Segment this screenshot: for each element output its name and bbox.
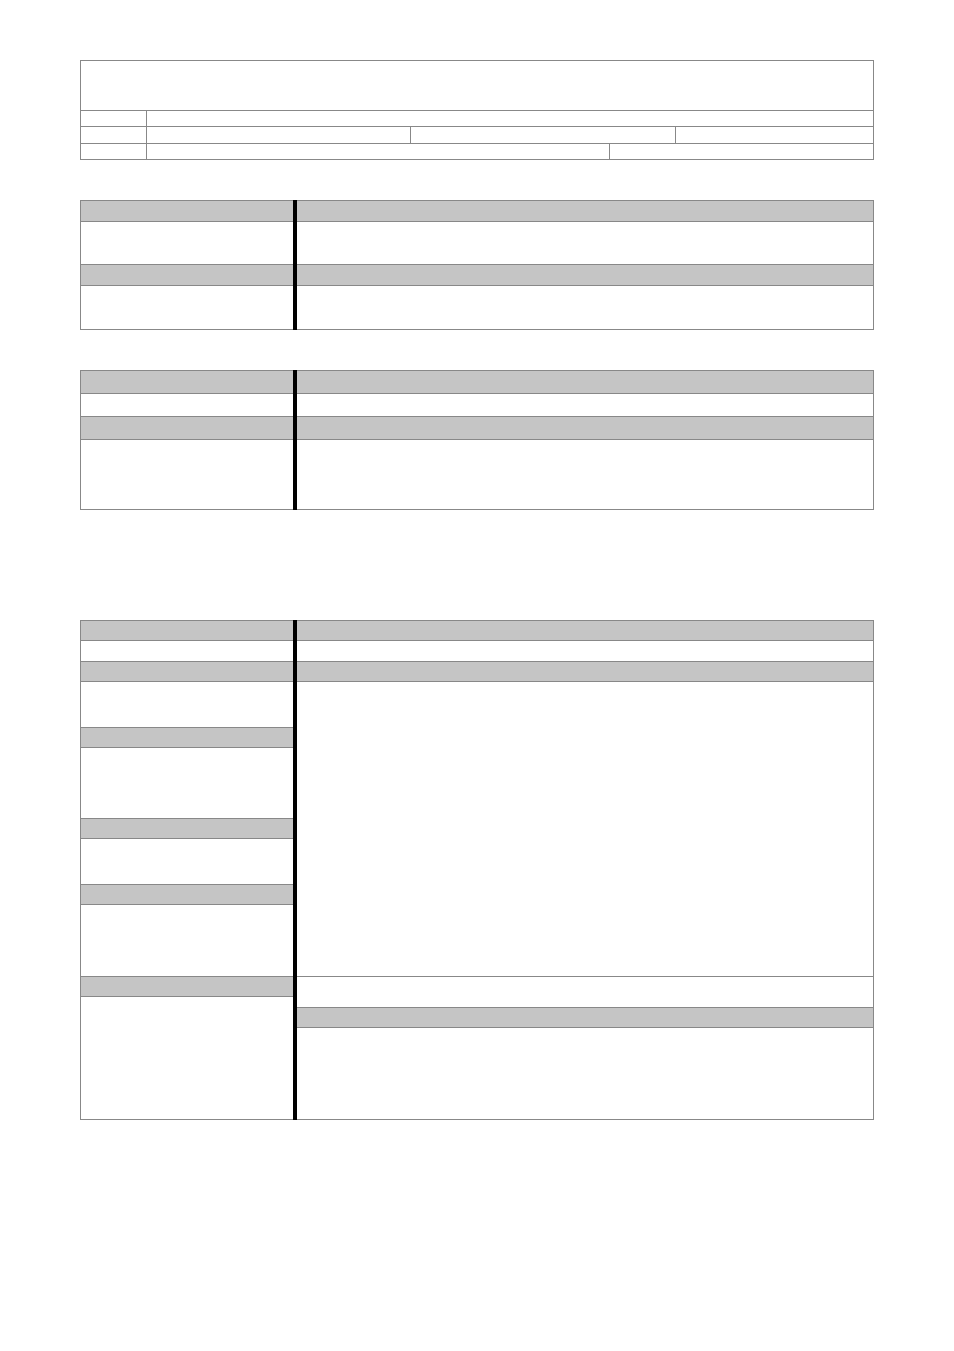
t1-r3-c3 [411,127,675,144]
t1-r3-c4 [675,127,873,144]
t4-r5-c1 [81,727,295,747]
t3-r4-c1 [81,440,295,510]
t4-r11-c2 [295,976,874,1119]
t4-r2-c2 [295,641,874,661]
t4-r11-c1 [81,976,295,996]
table-4 [80,620,874,1120]
t3-r4-c2 [295,440,874,510]
t1-r4-c1 [81,143,147,160]
t1-r4-c3 [609,143,873,160]
table-2 [80,200,874,330]
t2-r2-c2 [295,221,874,265]
header-table [80,60,874,160]
t4-r1-c2 [295,621,874,641]
t3-r1-c1 [81,371,295,394]
t1-r3-c2 [147,127,411,144]
t2-r1-c2 [295,201,874,222]
t4-r9-c1 [81,885,295,905]
t4-r3-c2 [295,661,874,681]
t2-r4-c2 [295,286,874,330]
t4-r1-c1 [81,621,295,641]
t3-r1-c2 [295,371,874,394]
t4n2-r1 [297,977,873,1008]
t2-r3-c2 [295,265,874,286]
t4-r7-c1 [81,819,295,839]
t3-r2-c2 [295,394,874,417]
t4n2-r2 [297,1007,873,1027]
t1-r3-c1 [81,127,147,144]
header-title [81,61,874,111]
t4-merged-right [295,681,874,976]
t2-r1-c1 [81,201,295,222]
t3-r3-c2 [295,417,874,440]
t4-r8-c1 [81,839,295,885]
t3-r3-c1 [81,417,295,440]
t2-r2-c1 [81,221,295,265]
t1-r2-c1 [81,110,147,127]
t4-r3-c1 [81,661,295,681]
t4-r10-c1 [81,905,295,976]
table-3 [80,370,874,510]
t2-r3-c1 [81,265,295,286]
t1-r4-c2 [147,143,610,160]
t4-r4-c1 [81,681,295,727]
t4-nested-2 [297,977,873,1119]
t3-r2-c1 [81,394,295,417]
t1-r2-c2 [147,110,874,127]
t4-r12-c1 [81,997,295,1120]
t4-r2-c1 [81,641,295,661]
t2-r4-c1 [81,286,295,330]
t4-r6-c1 [81,747,295,818]
t4n2-r3 [297,1027,873,1119]
